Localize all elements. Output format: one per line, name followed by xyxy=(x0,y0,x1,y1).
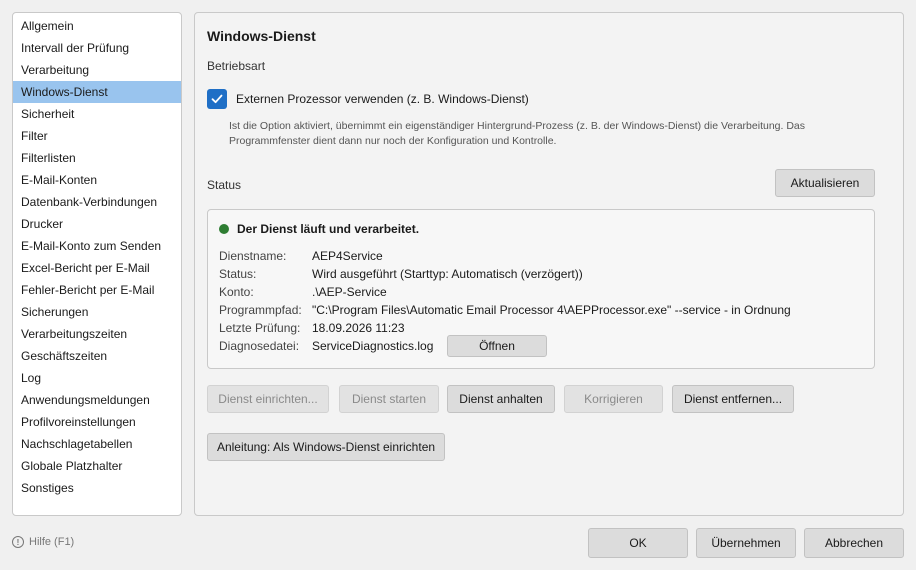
help-link[interactable]: ! Hilfe (F1) xyxy=(12,536,74,548)
sidebar-item-allgemein[interactable]: Allgemein xyxy=(13,15,181,37)
stop-service-button[interactable]: Dienst anhalten xyxy=(447,385,555,413)
info-value: ServiceDiagnostics.log xyxy=(312,339,434,353)
info-key: Letzte Prüfung: xyxy=(219,321,301,335)
info-key: Konto: xyxy=(219,285,254,299)
info-value: .\AEP-Service xyxy=(312,285,387,299)
sidebar-item-excel-bericht[interactable]: Excel-Bericht per E-Mail xyxy=(13,257,181,279)
info-row-konto: Konto: .\AEP-Service xyxy=(219,283,387,301)
sidebar-item-windows-dienst[interactable]: Windows-Dienst xyxy=(13,81,181,103)
ok-button[interactable]: OK xyxy=(588,528,688,558)
sidebar-item-sicherungen[interactable]: Sicherungen xyxy=(13,301,181,323)
start-service-button[interactable]: Dienst starten xyxy=(339,385,439,413)
external-processor-option[interactable]: Externen Prozessor verwenden (z. B. Wind… xyxy=(207,89,529,109)
service-running-indicator: Der Dienst läuft und verarbeitet. xyxy=(219,222,419,236)
sidebar-item-intervall[interactable]: Intervall der Prüfung xyxy=(13,37,181,59)
help-label: Hilfe (F1) xyxy=(29,536,75,548)
sidebar-item-globale-platzhalter[interactable]: Globale Platzhalter xyxy=(13,455,181,477)
info-value: Wird ausgeführt (Starttyp: Automatisch (… xyxy=(312,267,583,281)
info-key: Diagnosedatei: xyxy=(219,339,300,353)
external-processor-checkbox[interactable] xyxy=(207,89,227,109)
sidebar-item-filterlisten[interactable]: Filterlisten xyxy=(13,147,181,169)
sidebar-item-verarbeitungszeiten[interactable]: Verarbeitungszeiten xyxy=(13,323,181,345)
sidebar-item-email-konten[interactable]: E-Mail-Konten xyxy=(13,169,181,191)
sidebar-item-geschaeftszeiten[interactable]: Geschäftszeiten xyxy=(13,345,181,367)
info-key: Programmpfad: xyxy=(219,303,302,317)
sidebar-item-datenbank[interactable]: Datenbank-Verbindungen xyxy=(13,191,181,213)
checkmark-icon xyxy=(211,94,223,104)
setup-service-button[interactable]: Dienst einrichten... xyxy=(207,385,329,413)
sidebar-item-log[interactable]: Log xyxy=(13,367,181,389)
sidebar-item-sicherheit[interactable]: Sicherheit xyxy=(13,103,181,125)
page-title: Windows-Dienst xyxy=(207,28,316,44)
refresh-button[interactable]: Aktualisieren xyxy=(775,169,875,197)
info-key: Dienstname: xyxy=(219,249,287,263)
sidebar-item-anwendungsmeldungen[interactable]: Anwendungsmeldungen xyxy=(13,389,181,411)
service-running-text: Der Dienst läuft und verarbeitet. xyxy=(237,222,420,236)
sidebar-item-profilvoreinstellungen[interactable]: Profilvoreinstellungen xyxy=(13,411,181,433)
sidebar-item-fehler-bericht[interactable]: Fehler-Bericht per E-Mail xyxy=(13,279,181,301)
mode-section-label: Betriebsart xyxy=(207,59,266,73)
help-icon: ! xyxy=(12,536,24,548)
settings-panel: Windows-Dienst Betriebsart Externen Proz… xyxy=(194,12,904,516)
sidebar-item-filter[interactable]: Filter xyxy=(13,125,181,147)
info-row-diagnosedatei: Diagnosedatei: ServiceDiagnostics.log xyxy=(219,337,433,355)
option-description: Ist die Option aktiviert, übernimmt ein … xyxy=(229,120,806,147)
open-diagnostics-button[interactable]: Öffnen xyxy=(447,335,547,357)
settings-sidebar: Allgemein Intervall der Prüfung Verarbei… xyxy=(12,12,182,516)
sidebar-item-email-senden[interactable]: E-Mail-Konto zum Senden xyxy=(13,235,181,257)
cancel-button[interactable]: Abbrechen xyxy=(804,528,904,558)
info-value: 18.09.2026 11:23 xyxy=(312,321,405,335)
info-row-status: Status: Wird ausgeführt (Starttyp: Automa… xyxy=(219,265,583,283)
info-value: AEP4Service xyxy=(312,249,383,263)
apply-button[interactable]: Übernehmen xyxy=(696,528,796,558)
sidebar-item-verarbeitung[interactable]: Verarbeitung xyxy=(13,59,181,81)
sidebar-item-drucker[interactable]: Drucker xyxy=(13,213,181,235)
info-row-programmpfad: Programmpfad: "C:\Program Files\Automatic… xyxy=(219,301,791,319)
info-row-dienstname: Dienstname: AEP4Service xyxy=(219,247,383,265)
sidebar-item-sonstiges[interactable]: Sonstiges xyxy=(13,477,181,499)
sidebar-item-nachschlagetabellen[interactable]: Nachschlagetabellen xyxy=(13,433,181,455)
fix-service-button[interactable]: Korrigieren xyxy=(564,385,663,413)
status-dot-icon xyxy=(219,224,229,234)
setup-guide-button[interactable]: Anleitung: Als Windows-Dienst einrichten xyxy=(207,433,445,461)
remove-service-button[interactable]: Dienst entfernen... xyxy=(672,385,794,413)
status-section-label: Status xyxy=(207,178,242,192)
service-status-box: Der Dienst läuft und verarbeitet. Dienst… xyxy=(207,209,875,369)
info-value: "C:\Program Files\Automatic Email Proces… xyxy=(312,303,791,317)
external-processor-label: Externen Prozessor verwenden (z. B. Wind… xyxy=(236,92,529,106)
info-key: Status: xyxy=(219,267,257,281)
info-row-letzte-pruefung: Letzte Prüfung: 18.09.2026 11:23 xyxy=(219,319,405,337)
